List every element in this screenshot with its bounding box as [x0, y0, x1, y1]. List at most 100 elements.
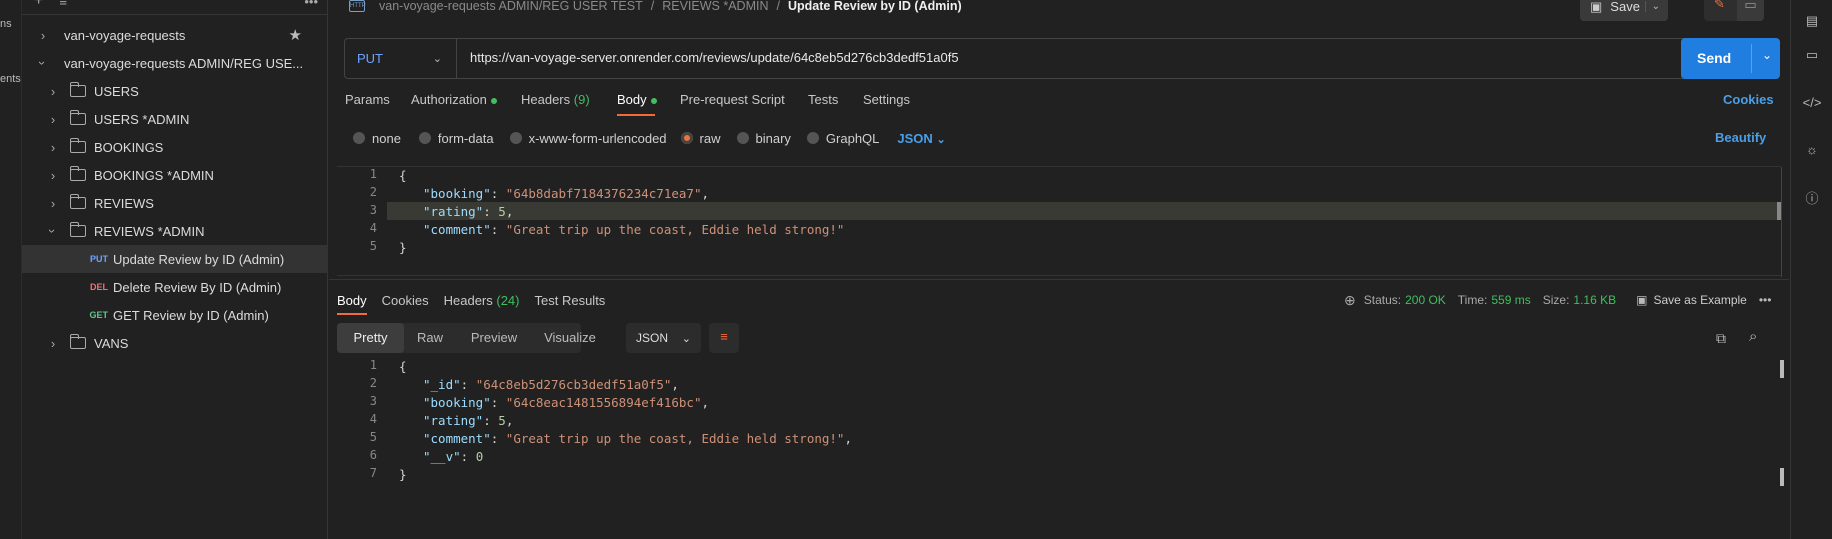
- info-icon[interactable]: ⓘ: [1803, 188, 1821, 206]
- format-select[interactable]: JSON ⌄: [897, 131, 945, 146]
- cookies-link[interactable]: Cookies: [1723, 92, 1774, 107]
- folder-label: REVIEWS: [94, 195, 154, 211]
- response-format-select[interactable]: JSON ⌄: [626, 323, 701, 353]
- copy-icon[interactable]: ⧉: [1716, 330, 1726, 347]
- radio-icon: [353, 131, 365, 144]
- mode-toggle[interactable]: ✎ ▭: [1704, 0, 1764, 21]
- line-number: 6: [369, 448, 377, 462]
- url-input[interactable]: https://van-voyage-server.onrender.com/r…: [470, 50, 959, 65]
- response-body-viewer[interactable]: 1 {2 "_id": "64c8eb5d276cb3dedf51a0f5", 3 "b…: [337, 358, 1784, 494]
- method-value: PUT: [357, 51, 383, 66]
- request-body-editor[interactable]: 1 {2 "booking": "64b8dabf7184376234c71ea7"…: [337, 166, 1782, 277]
- chevron-right-icon[interactable]: ›: [46, 168, 60, 183]
- tab-params[interactable]: Params: [345, 92, 390, 107]
- code-line: {: [399, 168, 407, 183]
- chevron-right-icon[interactable]: ›: [46, 140, 60, 155]
- chevron-right-icon[interactable]: ›: [46, 336, 60, 351]
- breadcrumb-item[interactable]: REVIEWS *ADMIN: [662, 0, 768, 13]
- request-item-update-review[interactable]: PUT Update Review by ID (Admin): [22, 245, 328, 273]
- code-line: "booking": "64c8eac1481556894ef416bc",: [423, 395, 709, 410]
- radio-label: form-data: [437, 130, 494, 146]
- tab-test-results[interactable]: Test Results: [535, 293, 606, 308]
- sidebar-toolbar: + ≡ •••: [34, 0, 328, 10]
- chevron-right-icon[interactable]: ›: [46, 112, 60, 127]
- collection-label: van-voyage-requests ADMIN/REG USE...: [64, 55, 304, 71]
- chevron-right-icon[interactable]: ›: [46, 196, 60, 211]
- view-visualize-button[interactable]: Visualize: [532, 323, 608, 353]
- folder-item-users[interactable]: › USERS: [22, 77, 328, 105]
- tab-authorization[interactable]: Authorization: [411, 92, 497, 107]
- radio-formdata[interactable]: form-data: [418, 130, 494, 146]
- comments-icon[interactable]: ▭: [1803, 46, 1821, 64]
- beautify-button[interactable]: Beautify: [1715, 130, 1766, 145]
- radio-icon: [509, 131, 522, 144]
- more-icon[interactable]: •••: [304, 0, 318, 9]
- tab-response-cookies[interactable]: Cookies: [382, 293, 429, 308]
- lightbulb-icon[interactable]: ☼: [1803, 140, 1821, 158]
- code-line: "rating": 5,: [423, 204, 514, 219]
- save-as-example-button[interactable]: Save as Example: [1653, 293, 1746, 307]
- search-icon[interactable]: ⌕: [1749, 328, 1757, 345]
- folder-item-vans[interactable]: › VANS: [22, 329, 328, 357]
- radio-icon: [418, 131, 431, 144]
- radio-binary[interactable]: binary: [736, 131, 791, 146]
- tab-settings[interactable]: Settings: [863, 92, 910, 107]
- view-pretty-button[interactable]: Pretty: [337, 323, 404, 353]
- request-item-delete-review[interactable]: DEL Delete Review By ID (Admin): [22, 273, 328, 301]
- chevron-down-icon[interactable]: ›: [46, 224, 61, 238]
- line-number: 1: [369, 358, 377, 372]
- collection-item[interactable]: › van-voyage-requests ★: [22, 21, 328, 49]
- rail-label: ents: [0, 73, 21, 85]
- radio-none[interactable]: none: [353, 131, 401, 146]
- status-label: Status:: [1363, 293, 1402, 307]
- chevron-down-icon[interactable]: ⌄: [1762, 48, 1772, 62]
- filter-icon[interactable]: ≡: [59, 0, 67, 9]
- tab-label: Body: [617, 92, 647, 107]
- tab-response-headers[interactable]: Headers (24): [444, 293, 520, 308]
- view-raw-button[interactable]: Raw: [404, 323, 456, 353]
- wrap-icon[interactable]: ≡: [709, 323, 739, 353]
- pencil-icon[interactable]: ✎: [1714, 0, 1725, 12]
- size-value[interactable]: 1.16 KB: [1573, 293, 1616, 307]
- star-icon[interactable]: ★: [289, 26, 302, 44]
- radio-raw[interactable]: raw: [680, 131, 721, 146]
- request-item-get-review[interactable]: GET GET Review by ID (Admin): [22, 301, 328, 329]
- radio-urlencoded[interactable]: x-www-form-urlencoded: [509, 131, 667, 146]
- method-select[interactable]: PUT ⌄: [345, 39, 457, 78]
- tab-response-body[interactable]: Body: [337, 293, 367, 308]
- breadcrumb-item[interactable]: van-voyage-requests ADMIN/REG USER TEST: [379, 0, 643, 13]
- plus-icon[interactable]: +: [34, 0, 43, 10]
- chevron-right-icon[interactable]: ›: [36, 28, 50, 43]
- comment-icon[interactable]: ▭: [1737, 0, 1764, 21]
- line-number: 2: [369, 185, 377, 199]
- line-number: 4: [369, 221, 377, 235]
- active-tab-indicator: [337, 313, 367, 315]
- send-button[interactable]: Send ⌄: [1681, 38, 1780, 79]
- folder-item-bookings[interactable]: › BOOKINGS: [22, 133, 328, 161]
- time-label: Time:: [1457, 293, 1488, 307]
- folder-icon: [70, 82, 86, 97]
- folder-item-reviews-admin[interactable]: › REVIEWS *ADMIN: [22, 217, 328, 245]
- code-line: "comment": "Great trip up the coast, Edd…: [423, 222, 845, 237]
- view-preview-button[interactable]: Preview: [456, 323, 532, 353]
- code-icon[interactable]: </>: [1803, 93, 1822, 111]
- globe-icon[interactable]: ⊕: [1344, 292, 1356, 309]
- more-icon[interactable]: •••: [1759, 293, 1772, 307]
- radio-graphql[interactable]: GraphQL: [806, 131, 879, 146]
- send-label: Send: [1697, 50, 1732, 66]
- chevron-right-icon[interactable]: ›: [46, 84, 60, 99]
- document-icon[interactable]: ▤: [1803, 12, 1821, 30]
- collection-item[interactable]: › van-voyage-requests ADMIN/REG USE...: [22, 49, 328, 77]
- tab-tests[interactable]: Tests: [808, 92, 838, 107]
- time-value[interactable]: 559 ms: [1491, 293, 1530, 307]
- status-badge[interactable]: 200 OK: [1405, 293, 1446, 307]
- chevron-down-icon[interactable]: ⌄: [1644, 1, 1660, 12]
- tab-body[interactable]: Body: [617, 92, 657, 107]
- folder-item-bookings-admin[interactable]: › BOOKINGS *ADMIN: [22, 161, 328, 189]
- save-button[interactable]: ▣ Save ⌄: [1580, 0, 1668, 21]
- folder-item-users-admin[interactable]: › USERS *ADMIN: [22, 105, 328, 133]
- folder-item-reviews[interactable]: › REVIEWS: [22, 189, 328, 217]
- tab-headers[interactable]: Headers (9): [521, 92, 590, 107]
- tab-prerequest[interactable]: Pre-request Script: [680, 92, 785, 107]
- chevron-down-icon[interactable]: ›: [36, 56, 51, 70]
